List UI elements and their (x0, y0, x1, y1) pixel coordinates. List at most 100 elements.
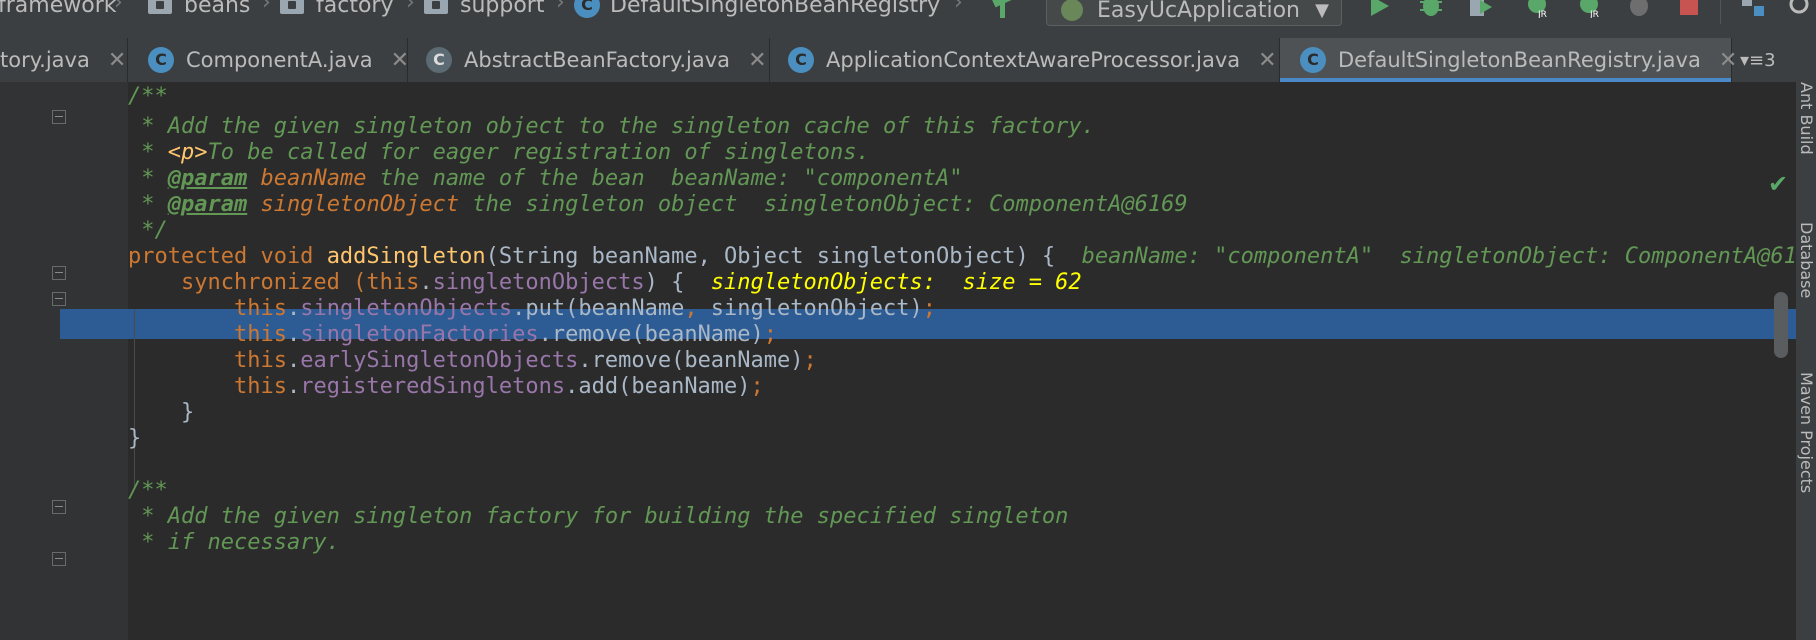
class-icon: C (574, 0, 600, 18)
maven-projects-tool-button[interactable]: Maven Projects (1796, 372, 1816, 493)
project-structure-icon[interactable] (1740, 0, 1766, 18)
stop-icon[interactable] (1676, 0, 1702, 18)
comment-text: /** (128, 84, 168, 109)
close-icon[interactable]: ✕ (108, 48, 126, 73)
comment-text: * Add the given singleton factory for bu… (128, 504, 1069, 529)
close-icon[interactable]: ✕ (391, 48, 409, 73)
class-icon: C (1300, 47, 1326, 73)
fold-marker-icon[interactable] (52, 110, 66, 124)
tool-window-label: Database (1797, 222, 1816, 299)
database-tool-button[interactable]: Database (1796, 222, 1816, 298)
javadoc-html-tag: <p> (167, 140, 208, 165)
build-hammer-icon[interactable] (990, 0, 1016, 18)
code-line: * if necessary. (128, 528, 340, 558)
breadcrumb-framework[interactable]: framework (0, 0, 116, 20)
inline-debug-value: beanName: "componentA" (671, 166, 963, 191)
svg-text:JR: JR (1537, 10, 1547, 18)
inline-debug-value: beanName: "componentA" singletonObject: … (1081, 244, 1816, 269)
breadcrumb-separator: › (114, 0, 123, 15)
class-icon: C (788, 47, 814, 73)
search-everywhere-icon[interactable] (1788, 0, 1814, 18)
folder-icon (280, 0, 304, 14)
run-configuration-selector[interactable]: EasyUcApplication ▼ (1046, 0, 1342, 26)
keyword: this (233, 348, 287, 373)
close-icon[interactable]: ✕ (1719, 48, 1737, 73)
breadcrumb-label: beans (184, 0, 251, 18)
field-name: singletonObjects (300, 296, 513, 321)
run-configuration-label: EasyUcApplication (1097, 0, 1300, 23)
code-line: /** (128, 82, 168, 112)
breadcrumb-label: DefaultSingletonBeanRegistry (610, 0, 941, 18)
svg-text:JR: JR (1589, 10, 1599, 18)
profiler-icon[interactable] (1626, 0, 1652, 18)
tab-label: DefaultSingletonBeanRegistry.java (1338, 48, 1701, 72)
navigation-bar: framework › beans › factory › support › … (0, 0, 1816, 38)
vertical-scrollbar[interactable] (1774, 292, 1788, 358)
list-icon: ▾≡ (1740, 49, 1765, 71)
method-call: singletonObject) (697, 296, 923, 321)
fold-marker-icon[interactable] (52, 266, 66, 280)
tab-componenta-java[interactable]: C ComponentA.java ✕ (128, 38, 409, 82)
comment-text: * (128, 140, 168, 165)
method-call: .remove(beanName) (578, 348, 804, 373)
breadcrumb-separator: › (954, 0, 963, 15)
code-editor[interactable]: /** * Add the given singleton object to … (0, 82, 1816, 640)
punctuation: } (128, 426, 142, 451)
tab-overflow-count: 3 (1764, 49, 1776, 71)
tab-defaultsingletonbeanregistry-java[interactable]: C DefaultSingletonBeanRegistry.java ✕ (1280, 38, 1737, 82)
run-with-coverage-icon[interactable] (1468, 0, 1494, 18)
tool-window-label: Ant Build (1797, 82, 1816, 155)
close-icon[interactable]: ✕ (1258, 48, 1276, 73)
method-call: .put(beanName (512, 296, 685, 321)
breadcrumb-beans[interactable]: beans (148, 0, 250, 20)
abstract-class-icon: C (426, 47, 452, 73)
fold-marker-icon[interactable] (52, 552, 66, 566)
tool-window-label: Maven Projects (1797, 372, 1816, 494)
tab-overflow-button[interactable]: ▾≡ 3 (1740, 38, 1776, 82)
method-signature: (String beanName, Object singletonObject… (485, 244, 1082, 269)
tab-label: tory.java (0, 48, 90, 72)
ant-build-tool-button[interactable]: Ant Build (1796, 82, 1816, 155)
breadcrumb-defaultsingletonbeanregistry[interactable]: C DefaultSingletonBeanRegistry (574, 0, 940, 20)
tab-label: ComponentA.java (186, 48, 373, 72)
fold-marker-icon[interactable] (52, 500, 66, 514)
tab-label: ApplicationContextAwareProcessor.java (826, 48, 1241, 72)
comment-text: * (128, 192, 168, 217)
punctuation: . (419, 270, 433, 295)
punctuation: ; (922, 296, 936, 321)
run-icon[interactable] (1366, 0, 1392, 18)
spring-boot-icon (1061, 0, 1083, 21)
jrebel-debug-icon[interactable]: JR (1576, 0, 1602, 18)
method-name: addSingleton (326, 244, 486, 269)
class-icon: C (148, 47, 174, 73)
close-icon[interactable]: ✕ (748, 48, 766, 73)
folder-icon (424, 0, 448, 14)
breadcrumb-label: factory (316, 0, 394, 18)
inspection-ok-icon[interactable]: ✔ (1768, 170, 1788, 198)
fold-marker-icon[interactable] (52, 292, 66, 306)
keyword: synchronized (180, 270, 354, 295)
breadcrumb-separator: › (556, 0, 565, 15)
breadcrumb-label: framework (0, 0, 117, 18)
javadoc-param-tag: @param (167, 192, 248, 217)
tab-abstractbeanfactory-java[interactable]: C AbstractBeanFactory.java ✕ (408, 38, 770, 82)
comment-text: */ (128, 218, 168, 243)
code-line: this.registeredSingletons.add(beanName); (233, 374, 764, 399)
breadcrumb-separator: › (262, 0, 271, 15)
field-name: singletonFactories (300, 322, 539, 347)
debug-icon[interactable] (1418, 0, 1444, 18)
comment-text: * Add the given singleton object to the … (128, 114, 1095, 139)
tab-factory-java[interactable]: tory.java ✕ (0, 38, 128, 82)
punctuation: } (180, 400, 195, 425)
method-call: .remove(beanName) (538, 322, 764, 347)
breadcrumb-factory[interactable]: factory (280, 0, 393, 20)
breadcrumb-support[interactable]: support (424, 0, 544, 20)
punctuation: , (684, 296, 698, 321)
jrebel-run-icon[interactable]: JR (1524, 0, 1550, 18)
field-name: singletonObjects (432, 270, 645, 295)
tab-applicationcontextawareprocessor-java[interactable]: C ApplicationContextAwareProcessor.java … (770, 38, 1280, 82)
punctuation: ; (763, 322, 778, 347)
punctuation: ( (353, 270, 367, 295)
comment-text: * (128, 166, 168, 191)
keyword: this (233, 296, 287, 321)
